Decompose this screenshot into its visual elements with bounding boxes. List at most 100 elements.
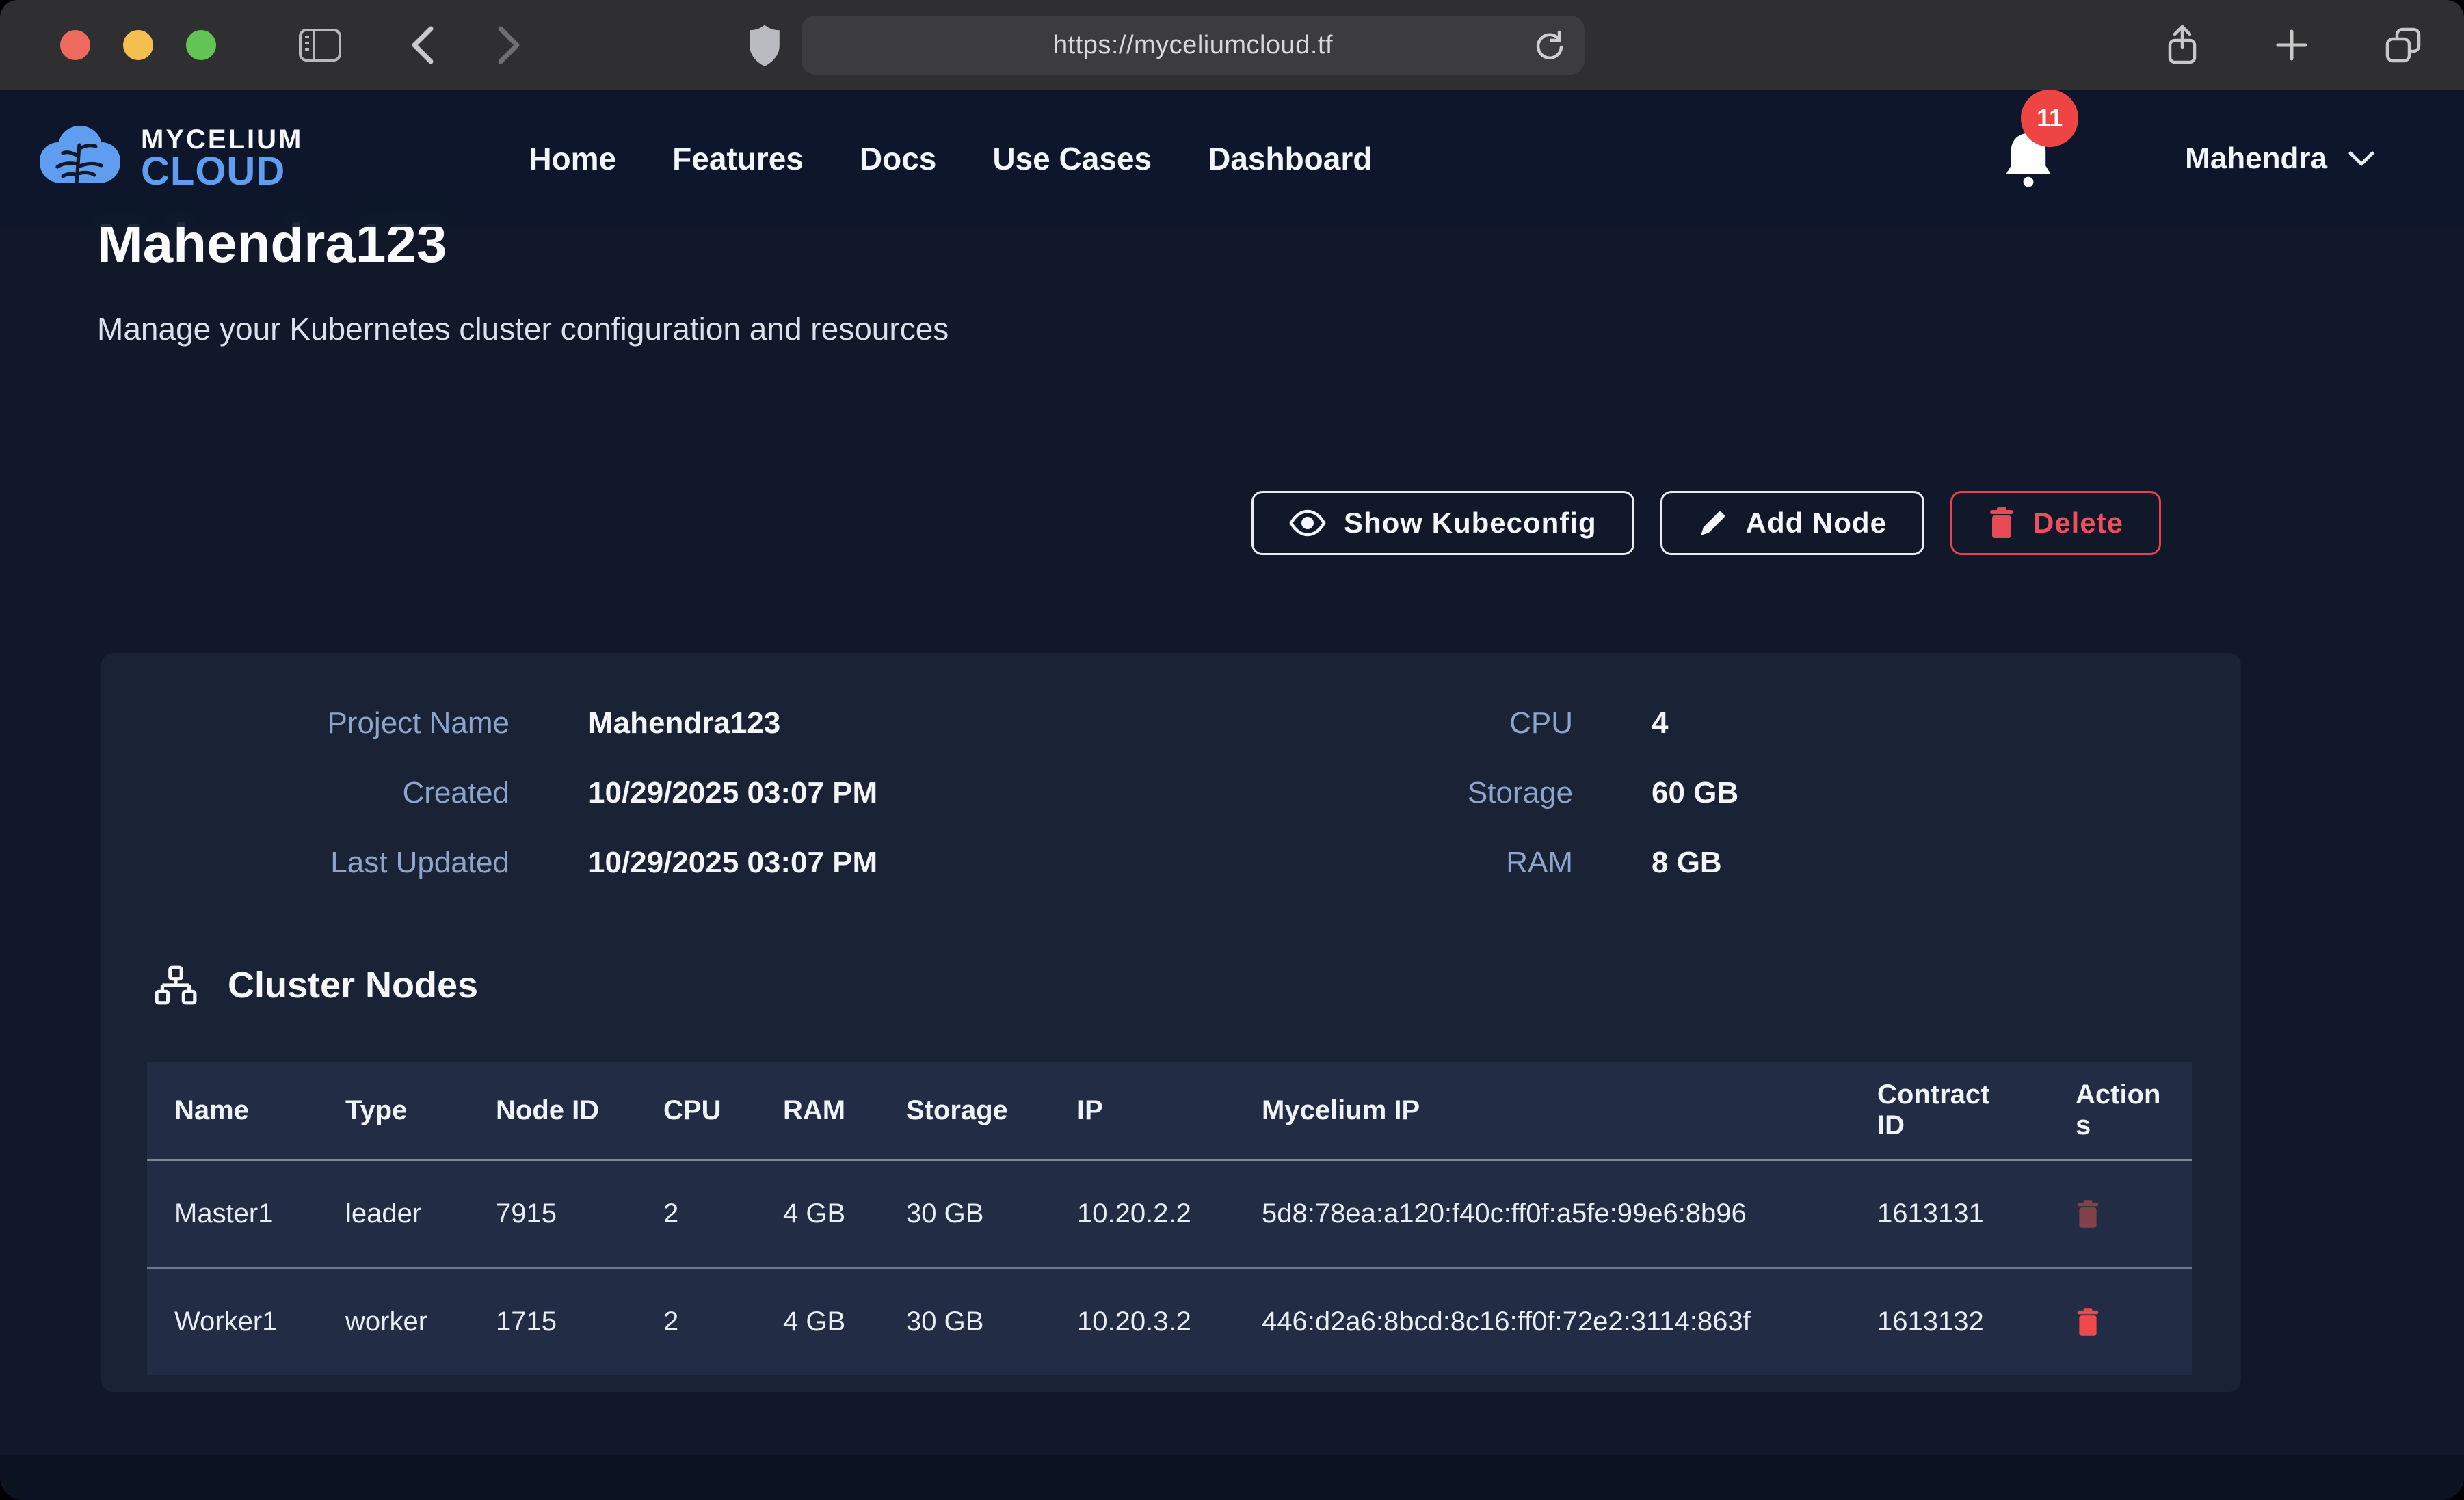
cell-ip: 10.20.2.2 bbox=[1050, 1161, 1234, 1267]
info-row-cpu: CPU 4 bbox=[1265, 706, 1738, 740]
col-node-id: Node ID bbox=[468, 1062, 636, 1159]
cluster-details-card: Project Name Mahendra123 Created 10/29/2… bbox=[101, 653, 2241, 1392]
nav-link-features[interactable]: Features bbox=[672, 140, 804, 177]
storage-label: Storage bbox=[1265, 776, 1573, 810]
nav-link-dashboard[interactable]: Dashboard bbox=[1208, 140, 1372, 177]
delete-node-icon[interactable] bbox=[2076, 1307, 2100, 1337]
brand-name-bottom: CLOUD bbox=[141, 152, 303, 190]
last-updated-label: Last Updated bbox=[202, 846, 509, 880]
show-kubeconfig-button[interactable]: Show Kubeconfig bbox=[1251, 491, 1634, 555]
page-content: Mahendra123 Manage your Kubernetes clust… bbox=[0, 90, 2464, 1500]
add-node-label: Add Node bbox=[1746, 507, 1887, 539]
cell-storage: 30 GB bbox=[879, 1161, 1050, 1267]
table-row-master1: Master1 leader 7915 2 4 GB 30 GB 10.20.2… bbox=[147, 1161, 2192, 1269]
cell-name: Worker1 bbox=[147, 1269, 318, 1375]
cell-cpu: 2 bbox=[636, 1161, 756, 1267]
cluster-info-left: Project Name Mahendra123 Created 10/29/2… bbox=[202, 706, 877, 915]
pencil-icon bbox=[1698, 508, 1728, 538]
ram-label: RAM bbox=[1265, 846, 1573, 880]
main-nav: Home Features Docs Use Cases Dashboard bbox=[529, 140, 1372, 177]
window-controls bbox=[60, 30, 216, 60]
sidebar-toggle-icon[interactable] bbox=[298, 28, 342, 62]
cell-type: leader bbox=[318, 1161, 468, 1267]
eye-icon bbox=[1289, 509, 1326, 537]
project-name-value: Mahendra123 bbox=[588, 706, 780, 740]
info-row-storage: Storage 60 GB bbox=[1265, 776, 1738, 810]
col-actions: Actions bbox=[2048, 1062, 2192, 1159]
info-row-last-updated: Last Updated 10/29/2025 03:07 PM bbox=[202, 846, 877, 880]
share-icon[interactable] bbox=[2164, 24, 2200, 66]
last-updated-value: 10/29/2025 03:07 PM bbox=[588, 846, 877, 880]
trash-icon bbox=[1988, 507, 2015, 539]
url-text: https://myceliumcloud.tf bbox=[1053, 31, 1333, 60]
cell-node-id: 7915 bbox=[468, 1161, 636, 1267]
delete-cluster-button[interactable]: Delete bbox=[1950, 491, 2161, 555]
created-value: 10/29/2025 03:07 PM bbox=[588, 776, 877, 810]
cpu-label: CPU bbox=[1265, 706, 1573, 740]
nodes-table-header: Name Type Node ID CPU RAM Storage IP Myc… bbox=[147, 1062, 2192, 1161]
app-navbar: MYCELIUM CLOUD Home Features Docs Use Ca… bbox=[0, 90, 2464, 227]
cluster-actions: Show Kubeconfig Add Node bbox=[1251, 491, 2161, 555]
chevron-down-icon bbox=[2348, 150, 2375, 168]
cell-storage: 30 GB bbox=[879, 1269, 1050, 1375]
col-type: Type bbox=[318, 1062, 468, 1159]
cell-contract-id: 1613131 bbox=[1850, 1161, 2048, 1267]
cluster-nodes-header: Cluster Nodes bbox=[154, 964, 478, 1006]
col-ip: IP bbox=[1050, 1062, 1234, 1159]
close-window-button[interactable] bbox=[60, 30, 90, 60]
cell-mycelium-ip: 446:d2a6:8bcd:8c16:ff0f:72e2:3114:863f bbox=[1234, 1269, 1850, 1375]
project-name-label: Project Name bbox=[202, 706, 509, 740]
nav-link-use-cases[interactable]: Use Cases bbox=[992, 140, 1152, 177]
delete-label: Delete bbox=[2033, 507, 2123, 539]
footer bbox=[0, 1455, 2464, 1500]
cluster-info-right: CPU 4 Storage 60 GB RAM 8 GB bbox=[1265, 706, 1738, 915]
cell-ip: 10.20.3.2 bbox=[1050, 1269, 1234, 1375]
forward-icon[interactable] bbox=[496, 26, 521, 64]
created-label: Created bbox=[202, 776, 509, 810]
info-row-project-name: Project Name Mahendra123 bbox=[202, 706, 877, 740]
table-row-worker1: Worker1 worker 1715 2 4 GB 30 GB 10.20.3… bbox=[147, 1269, 2192, 1375]
show-kubeconfig-label: Show Kubeconfig bbox=[1344, 507, 1597, 539]
nav-link-docs[interactable]: Docs bbox=[860, 140, 936, 177]
col-contract-id: Contract ID bbox=[1850, 1062, 2048, 1159]
tab-overview-icon[interactable] bbox=[2383, 25, 2423, 65]
user-name: Mahendra bbox=[2185, 142, 2327, 176]
nav-link-home[interactable]: Home bbox=[529, 140, 616, 177]
cell-node-id: 1715 bbox=[468, 1269, 636, 1375]
col-ram: RAM bbox=[756, 1062, 879, 1159]
delete-node-icon[interactable] bbox=[2076, 1199, 2100, 1229]
info-row-created: Created 10/29/2025 03:07 PM bbox=[202, 776, 877, 810]
user-menu[interactable]: Mahendra bbox=[2185, 142, 2375, 176]
cell-name: Master1 bbox=[147, 1161, 318, 1267]
cell-cpu: 2 bbox=[636, 1269, 756, 1375]
cell-type: worker bbox=[318, 1269, 468, 1375]
browser-chrome: https://myceliumcloud.tf bbox=[0, 0, 2464, 90]
address-bar[interactable]: https://myceliumcloud.tf bbox=[802, 16, 1585, 75]
nodes-table-body: Master1 leader 7915 2 4 GB 30 GB 10.20.2… bbox=[147, 1161, 2192, 1375]
cluster-nodes-icon bbox=[154, 965, 198, 1005]
cell-mycelium-ip: 5d8:78ea:a120:f40c:ff0f:a5fe:99e6:8b96 bbox=[1234, 1161, 1850, 1267]
cluster-nodes-title: Cluster Nodes bbox=[228, 964, 478, 1006]
cpu-value: 4 bbox=[1652, 706, 1668, 740]
cell-ram: 4 GB bbox=[756, 1269, 879, 1375]
notification-badge: 11 bbox=[2021, 90, 2078, 147]
new-tab-icon[interactable] bbox=[2274, 27, 2309, 63]
brand-logo[interactable]: MYCELIUM CLOUD bbox=[36, 123, 303, 194]
col-mycelium-ip: Mycelium IP bbox=[1234, 1062, 1850, 1159]
back-icon[interactable] bbox=[410, 26, 435, 64]
cell-contract-id: 1613132 bbox=[1850, 1269, 2048, 1375]
notifications-button[interactable]: 11 bbox=[2002, 129, 2055, 188]
nodes-table: Name Type Node ID CPU RAM Storage IP Myc… bbox=[147, 1062, 2192, 1375]
page-subtitle: Manage your Kubernetes cluster configura… bbox=[97, 310, 949, 347]
mycelium-cloud-logo-icon bbox=[36, 123, 124, 194]
reload-icon[interactable] bbox=[1533, 28, 1567, 62]
add-node-button[interactable]: Add Node bbox=[1660, 491, 1924, 555]
col-cpu: CPU bbox=[636, 1062, 756, 1159]
zoom-window-button[interactable] bbox=[186, 30, 216, 60]
minimize-window-button[interactable] bbox=[123, 30, 153, 60]
storage-value: 60 GB bbox=[1652, 776, 1738, 810]
privacy-shield-icon bbox=[747, 23, 782, 67]
ram-value: 8 GB bbox=[1652, 846, 1722, 880]
info-row-ram: RAM 8 GB bbox=[1265, 846, 1738, 880]
cell-ram: 4 GB bbox=[756, 1161, 879, 1267]
